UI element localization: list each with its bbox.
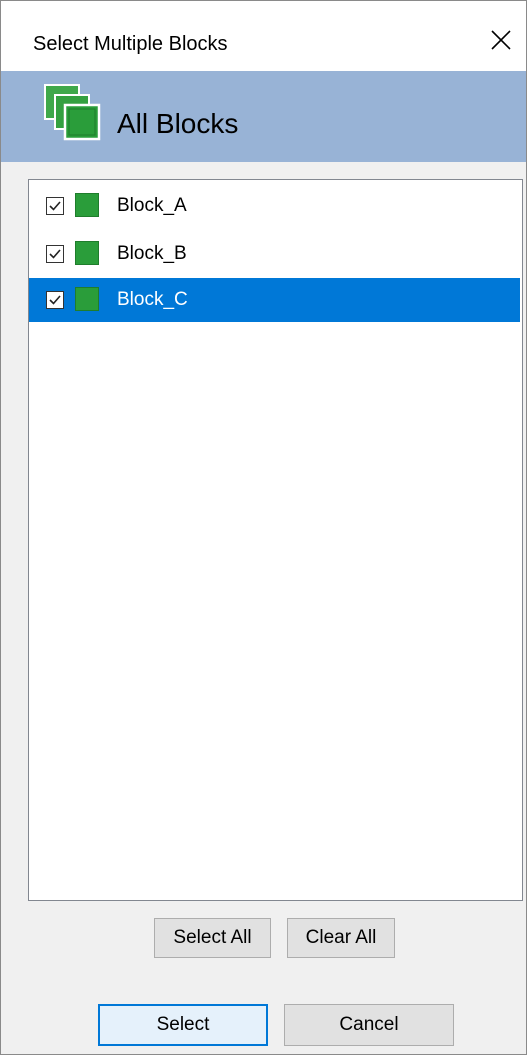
checkbox-block-c[interactable] — [46, 291, 64, 309]
checkmark-icon — [49, 249, 61, 259]
select-multiple-blocks-dialog: Select Multiple Blocks All Blocks Block_… — [0, 0, 527, 1055]
stacked-blocks-icon — [44, 84, 101, 141]
block-color-swatch — [75, 287, 99, 311]
list-item-block-c[interactable]: Block_C — [29, 278, 520, 322]
list-item-block-a[interactable]: Block_A — [29, 184, 520, 228]
select-all-button[interactable]: Select All — [154, 918, 271, 958]
checkbox-block-a[interactable] — [46, 197, 64, 215]
list-item-block-b[interactable]: Block_B — [29, 232, 520, 276]
checkbox-block-b[interactable] — [46, 245, 64, 263]
block-color-swatch — [75, 193, 99, 217]
list-item-label: Block_A — [117, 195, 187, 216]
blocks-listbox[interactable]: Block_A Block_B Block_C — [28, 179, 523, 901]
cancel-button[interactable]: Cancel — [284, 1004, 454, 1046]
close-icon — [491, 30, 511, 50]
block-color-swatch — [75, 241, 99, 265]
checkmark-icon — [49, 295, 61, 305]
select-button[interactable]: Select — [98, 1004, 268, 1046]
list-item-label: Block_B — [117, 243, 187, 264]
title-bar: Select Multiple Blocks — [1, 1, 526, 71]
list-item-label: Block_C — [117, 289, 188, 310]
window-title: Select Multiple Blocks — [33, 33, 228, 55]
banner: All Blocks — [1, 71, 526, 162]
banner-title: All Blocks — [117, 108, 239, 139]
clear-all-button[interactable]: Clear All — [287, 918, 395, 958]
close-button[interactable] — [476, 15, 526, 65]
checkmark-icon — [49, 201, 61, 211]
